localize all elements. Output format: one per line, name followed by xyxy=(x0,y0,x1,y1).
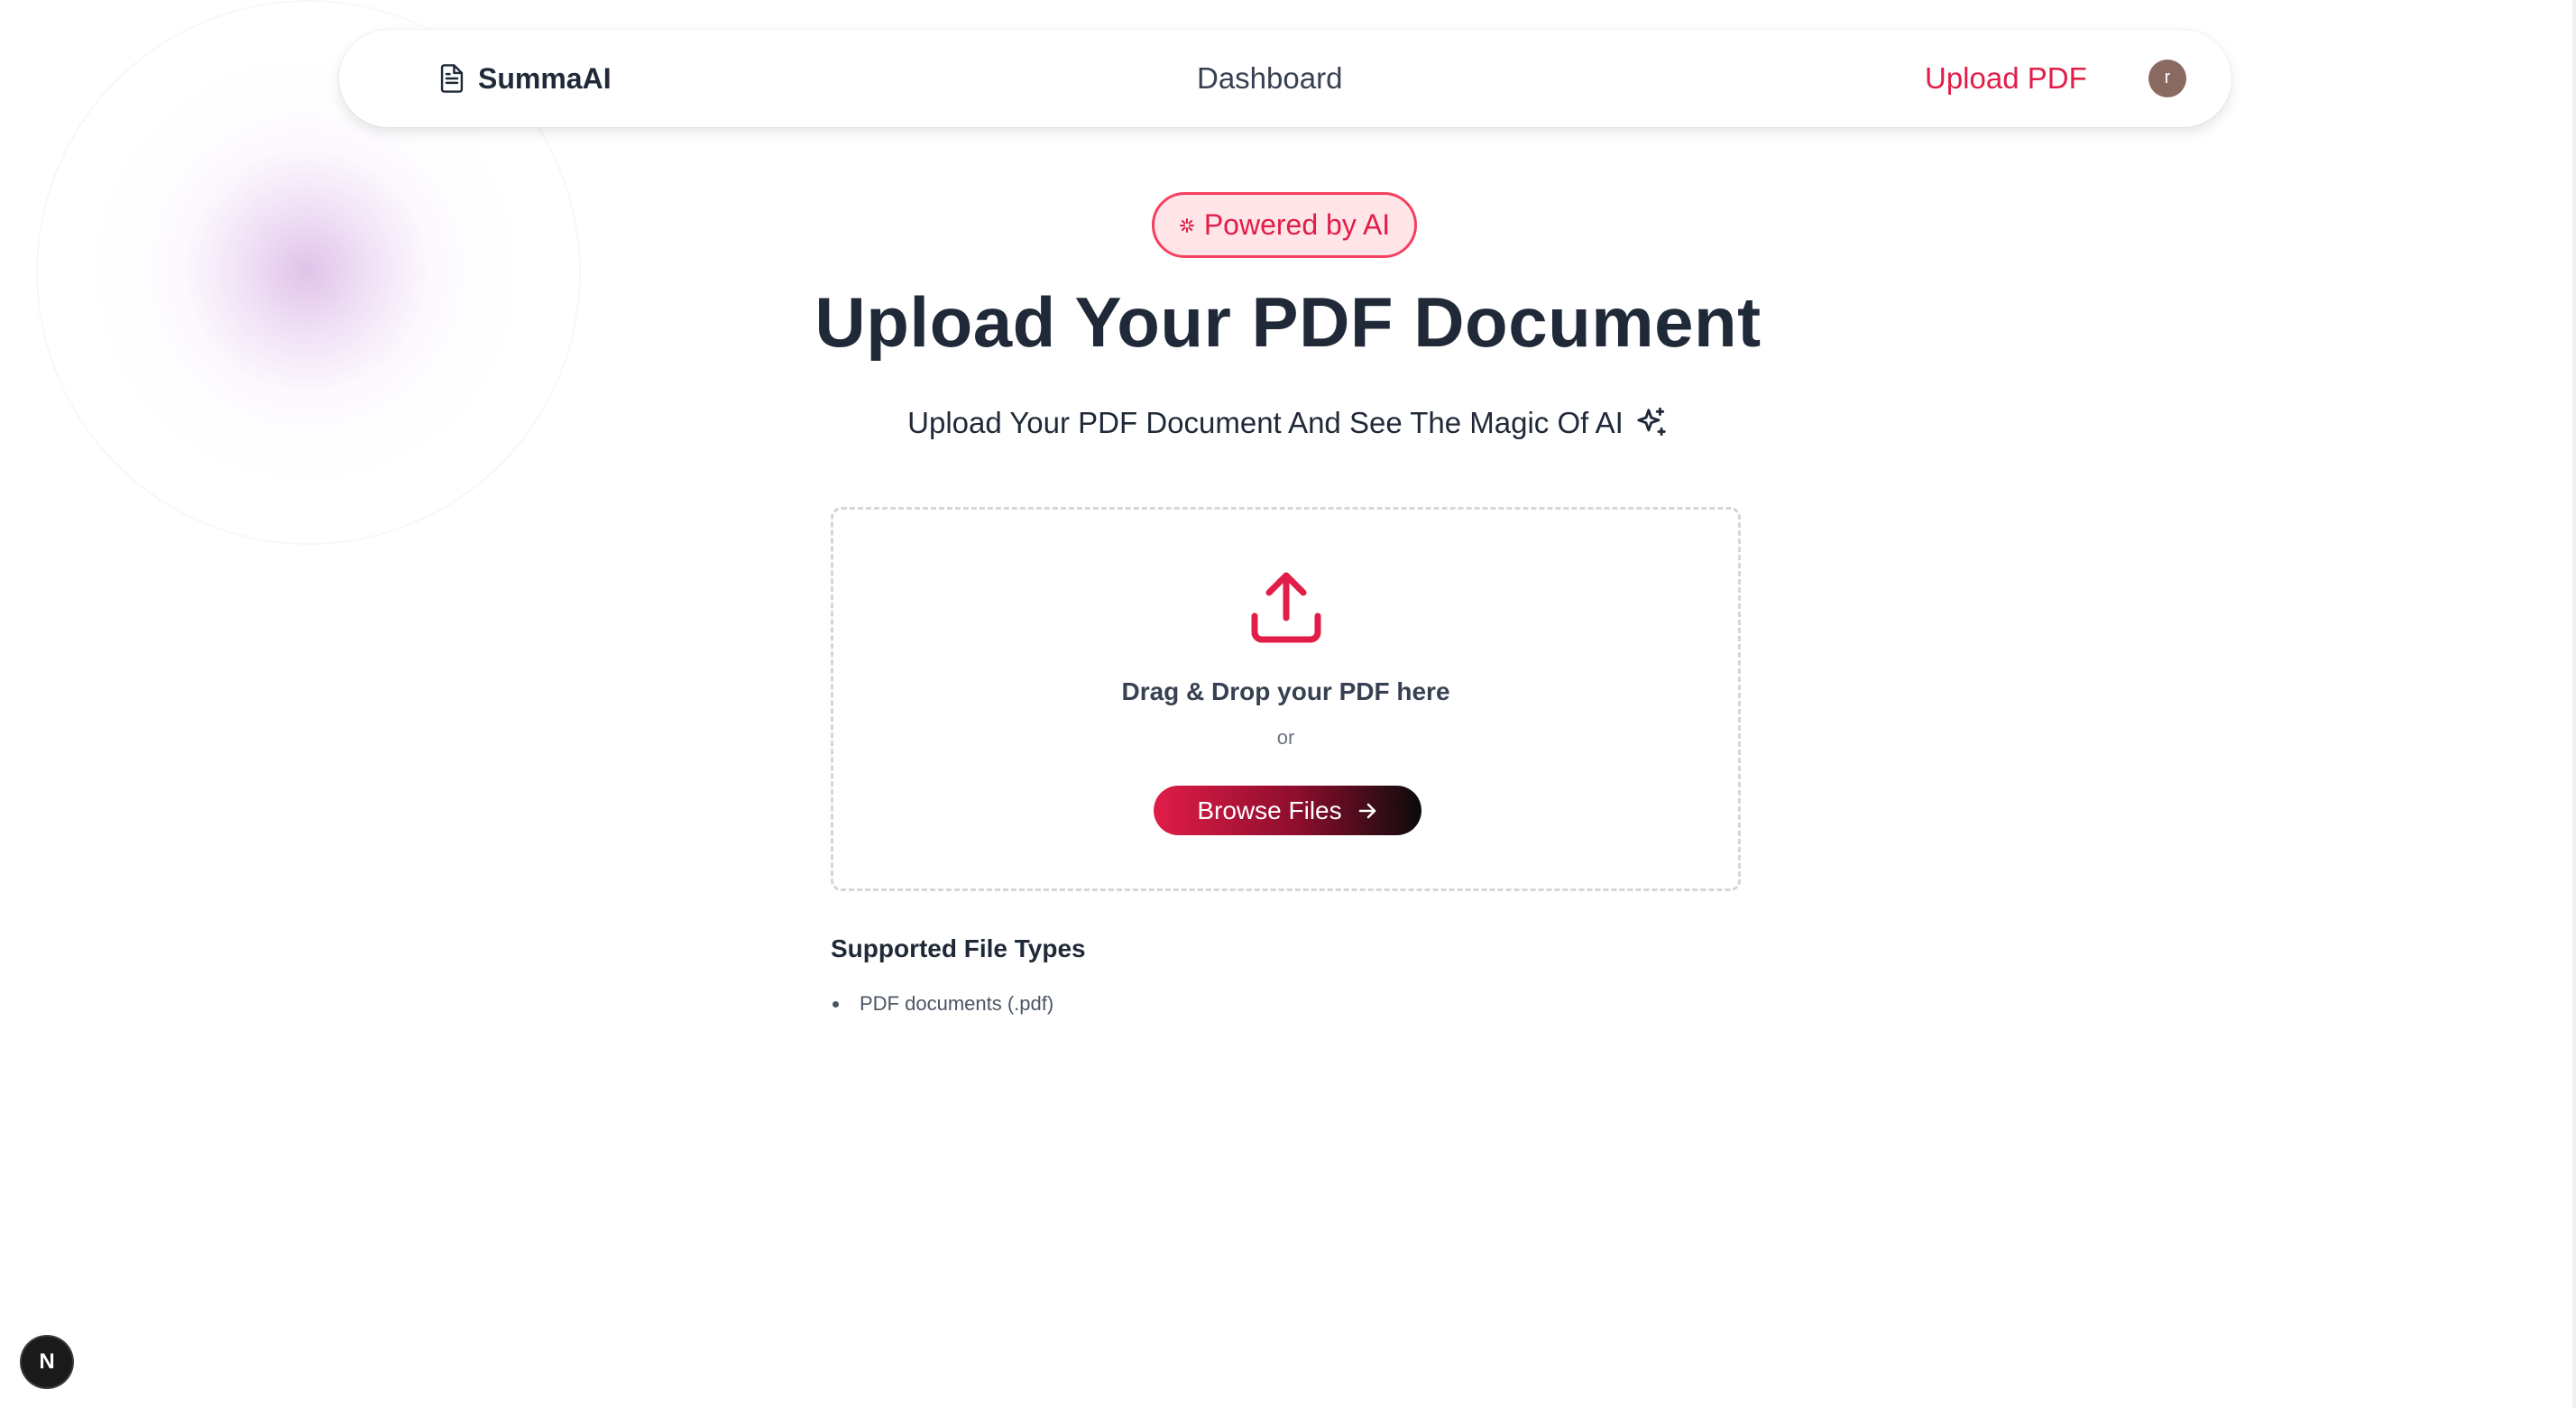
nav-dashboard-link[interactable]: Dashboard xyxy=(1197,30,1342,127)
pdf-dropzone[interactable]: Drag & Drop your PDF here or Browse File… xyxy=(831,507,1741,891)
brand-link[interactable]: SummaAI xyxy=(438,30,612,127)
drag-drop-text: Drag & Drop your PDF here xyxy=(1121,677,1450,705)
supported-item-label: PDF documents (.pdf) xyxy=(860,992,1054,1015)
page: SummaAI Dashboard Upload PDF r Powered b… xyxy=(0,0,2576,1408)
supported-file-types-list: PDF documents (.pdf) xyxy=(831,992,1053,1016)
browse-files-label: Browse Files xyxy=(1197,796,1342,824)
scrollbar[interactable] xyxy=(2572,0,2576,1408)
sparkle-icon xyxy=(1179,217,1195,234)
nav-upload-pdf-link[interactable]: Upload PDF xyxy=(1925,30,2087,127)
browse-files-button[interactable]: Browse Files xyxy=(1154,786,1421,835)
supported-file-types-heading: Supported File Types xyxy=(831,934,1086,962)
powered-by-ai-badge: Powered by AI xyxy=(1152,192,1417,258)
list-item: PDF documents (.pdf) xyxy=(831,992,1053,1016)
subtitle-text: Upload Your PDF Document And See The Mag… xyxy=(907,406,1624,439)
brand-name: SummaAI xyxy=(478,61,612,95)
bullet-icon xyxy=(833,1001,839,1008)
badge-label: Powered by AI xyxy=(1203,208,1391,241)
dev-tools-badge[interactable]: N xyxy=(22,1337,72,1387)
sparkles-icon xyxy=(1634,406,1669,440)
page-subtitle: Upload Your PDF Document And See The Mag… xyxy=(0,406,2576,440)
user-avatar[interactable]: r xyxy=(2148,60,2186,97)
page-title: Upload Your PDF Document xyxy=(814,282,1762,362)
arrow-right-icon xyxy=(1357,800,1378,822)
upload-icon xyxy=(1247,569,1325,647)
or-separator: or xyxy=(1276,726,1295,749)
navbar: SummaAI Dashboard Upload PDF r xyxy=(339,30,2231,127)
document-icon xyxy=(438,63,465,94)
